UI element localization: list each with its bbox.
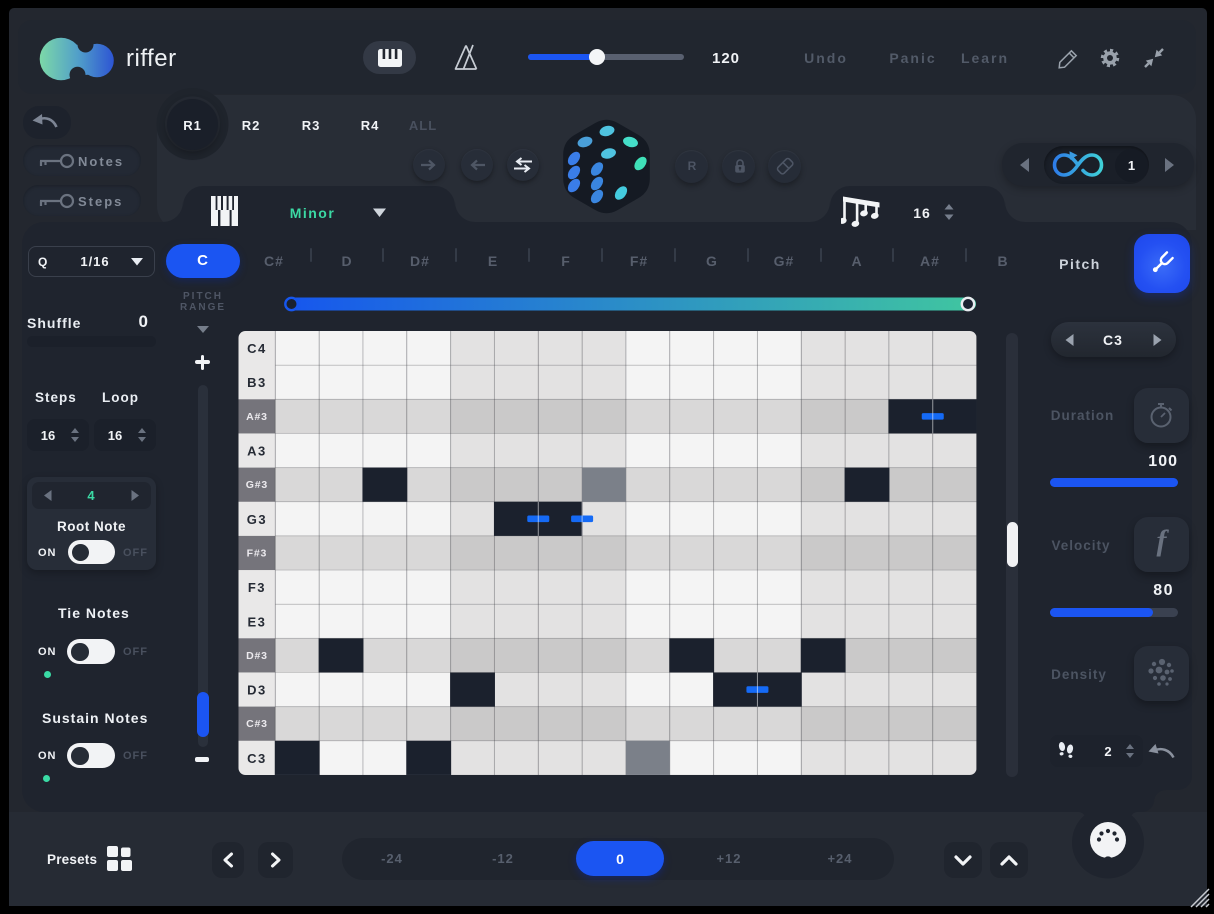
- svg-text:A#3: A#3: [246, 411, 268, 423]
- svg-text:F3: F3: [248, 580, 266, 595]
- svg-text:C#3: C#3: [246, 718, 268, 730]
- svg-text:D3: D3: [247, 683, 267, 698]
- svg-text:B3: B3: [247, 375, 267, 390]
- svg-text:F#3: F#3: [247, 548, 268, 560]
- svg-text:E3: E3: [247, 614, 266, 629]
- svg-text:C4: C4: [247, 341, 267, 356]
- svg-text:C3: C3: [247, 751, 267, 766]
- svg-text:D#3: D#3: [246, 650, 268, 662]
- svg-text:G3: G3: [247, 512, 267, 527]
- svg-text:A3: A3: [247, 444, 267, 459]
- svg-text:G#3: G#3: [246, 479, 268, 491]
